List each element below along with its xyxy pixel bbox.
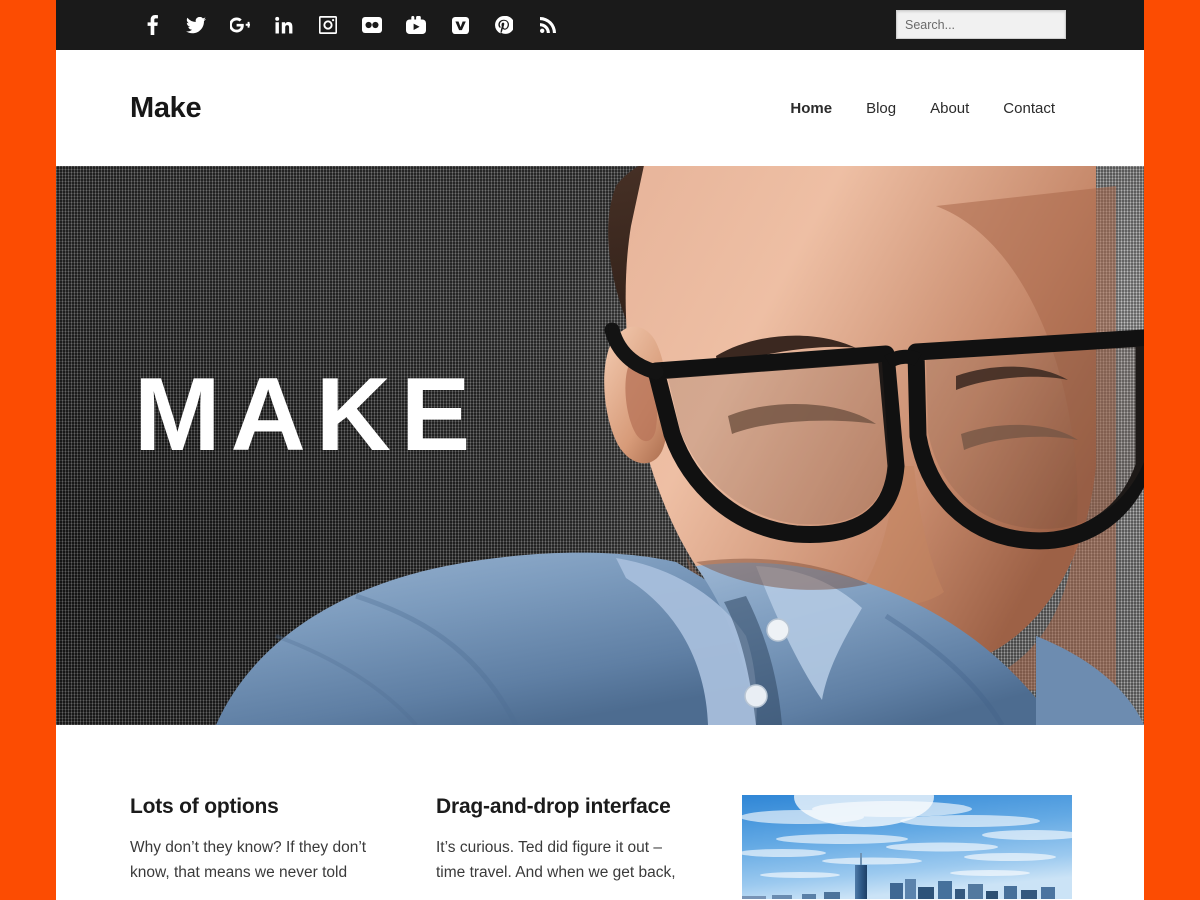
hero-title: MAKE <box>134 357 481 473</box>
nav-item-blog[interactable]: Blog <box>849 100 913 117</box>
twitter-icon[interactable] <box>174 10 218 40</box>
linkedin-icon[interactable] <box>262 10 306 40</box>
social-links <box>130 10 570 40</box>
site-title[interactable]: Make <box>130 92 202 125</box>
feature-column-1: Lots of options Why don’t they know? If … <box>130 795 386 899</box>
nav-item-home[interactable]: Home <box>773 100 849 117</box>
google-plus-icon[interactable] <box>218 10 262 40</box>
features-section: Lots of options Why don’t they know? If … <box>56 725 1144 900</box>
feature-body: It’s curious. Ted did figure it out – ti… <box>436 839 676 882</box>
skyline-image <box>742 795 1072 899</box>
site-page: Make Home Blog About Contact <box>56 0 1144 900</box>
top-social-bar <box>56 0 1144 50</box>
search-box[interactable] <box>896 10 1066 39</box>
vimeo-icon[interactable] <box>438 10 482 40</box>
feature-body: Why don’t they know? If they don’t know,… <box>130 839 367 882</box>
site-header: Make Home Blog About Contact <box>56 50 1144 166</box>
search-input[interactable] <box>897 11 1065 38</box>
feature-column-2: Drag-and-drop interface It’s curious. Te… <box>436 795 692 899</box>
facebook-icon[interactable] <box>130 10 174 40</box>
feature-column-3 <box>742 795 1072 899</box>
youtube-icon[interactable] <box>394 10 438 40</box>
main-navigation: Home Blog About Contact <box>773 100 1072 117</box>
rss-icon[interactable] <box>526 10 570 40</box>
feature-title: Drag-and-drop interface <box>436 795 671 818</box>
hero-banner: MAKE <box>56 166 1144 725</box>
nav-item-contact[interactable]: Contact <box>986 100 1072 117</box>
nav-item-about[interactable]: About <box>913 100 986 117</box>
flickr-icon[interactable] <box>350 10 394 40</box>
instagram-icon[interactable] <box>306 10 350 40</box>
feature-title: Lots of options <box>130 795 279 818</box>
pinterest-icon[interactable] <box>482 10 526 40</box>
